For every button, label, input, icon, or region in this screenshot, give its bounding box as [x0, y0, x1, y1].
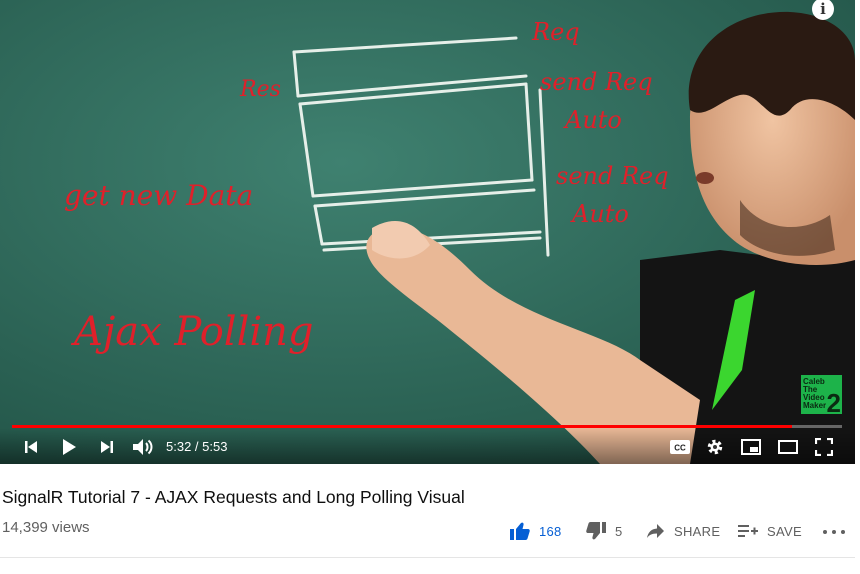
player-controls: 5:32 / 5:53 CC: [0, 428, 855, 464]
time-display: 5:32 / 5:53: [166, 439, 228, 454]
board-text-req: Req: [531, 18, 580, 46]
board-text-ajax-polling: Ajax Polling: [70, 309, 314, 355]
like-count: 168: [539, 523, 562, 539]
theater-icon[interactable]: [777, 436, 799, 458]
more-dot: [823, 530, 827, 534]
like-button[interactable]: 168: [510, 520, 562, 542]
volume-icon[interactable]: [131, 436, 155, 458]
dislike-count: 5: [615, 523, 623, 539]
board-text-res: Res: [239, 77, 281, 102]
fullscreen-icon[interactable]: [813, 436, 835, 458]
more-dot: [841, 530, 845, 534]
view-count: 14,399 views: [2, 519, 90, 536]
thumbs-down-icon: [586, 522, 606, 540]
video-player[interactable]: Req Res send Req Auto send Req Auto get …: [0, 0, 855, 464]
play-icon[interactable]: [58, 436, 80, 458]
playlist-add-icon: [738, 525, 758, 537]
divider: [0, 557, 855, 558]
more-actions-icon[interactable]: [823, 528, 845, 536]
save-button[interactable]: SAVE: [738, 520, 802, 542]
board-text-send-req-1: send Req: [540, 68, 653, 96]
video-title: SignalR Tutorial 7 - AJAX Requests and L…: [2, 487, 465, 507]
captions-icon[interactable]: CC: [669, 436, 691, 458]
board-text-auto-2: Auto: [570, 200, 629, 228]
miniplayer-icon[interactable]: [740, 436, 762, 458]
channel-watermark[interactable]: Caleb The Video Maker 2: [801, 375, 842, 418]
chalkboard-frame: Req Res send Req Auto send Req Auto get …: [0, 0, 855, 464]
thumbs-up-icon: [510, 522, 530, 540]
board-text-send-req-2: send Req: [556, 162, 669, 190]
svg-text:CC: CC: [674, 444, 686, 453]
save-label: SAVE: [767, 523, 802, 539]
next-icon[interactable]: [96, 436, 118, 458]
settings-icon[interactable]: [704, 436, 726, 458]
more-dot: [832, 530, 836, 534]
board-text-get-new-data: get new Data: [64, 179, 253, 212]
share-button[interactable]: SHARE: [647, 520, 720, 542]
board-text-auto-1: Auto: [563, 106, 622, 134]
share-label: SHARE: [674, 523, 721, 539]
dislike-button[interactable]: 5: [586, 520, 623, 542]
share-arrow-icon: [647, 524, 664, 538]
previous-icon[interactable]: [20, 436, 42, 458]
watermark-mark: 2: [826, 388, 841, 418]
